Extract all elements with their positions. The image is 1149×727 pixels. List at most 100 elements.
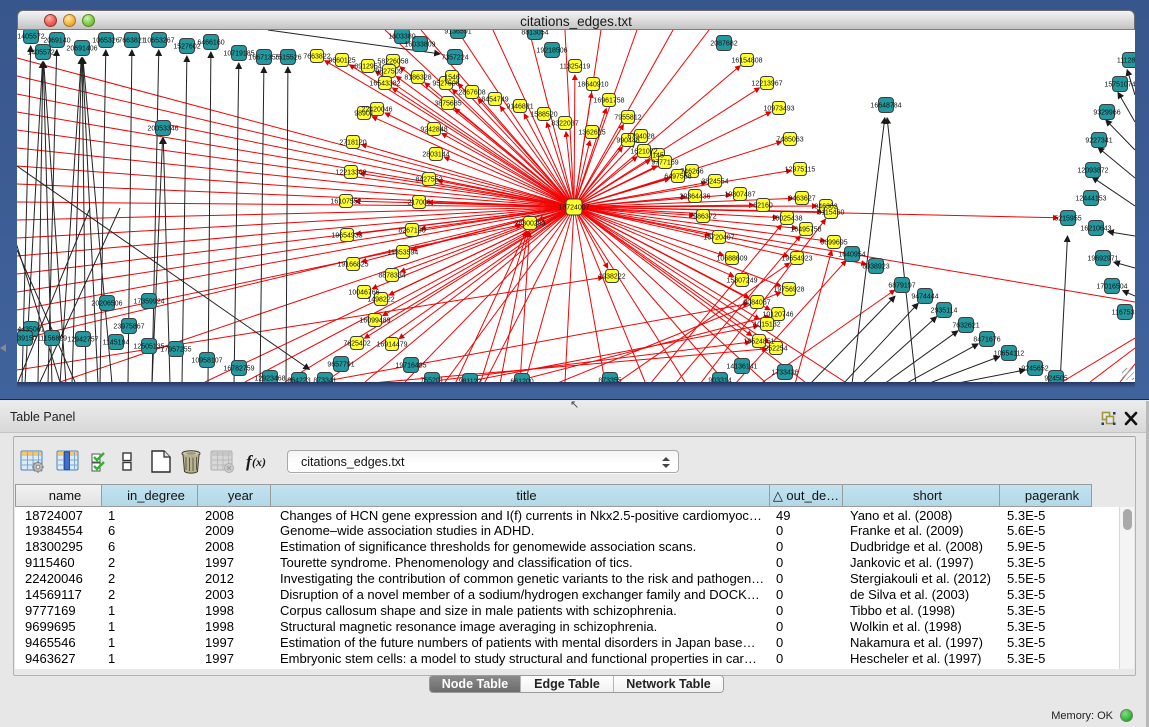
svg-text:11156829: 11156829 (37, 336, 67, 343)
svg-text:2087682: 2087682 (710, 41, 737, 48)
svg-text:6466160: 6466160 (197, 40, 224, 47)
svg-text:439150: 439150 (17, 336, 37, 343)
svg-text:1015132: 1015132 (753, 322, 780, 329)
svg-text:990448: 990448 (616, 138, 639, 145)
svg-text:9699695: 9699695 (820, 240, 847, 247)
svg-text:28300293: 28300293 (514, 221, 545, 228)
svg-text:19654923: 19654923 (781, 256, 812, 263)
svg-text:10654112: 10654112 (994, 351, 1025, 358)
svg-text:1065326: 1065326 (92, 38, 119, 45)
svg-text:7357224: 7357224 (441, 55, 468, 62)
svg-text:1145194: 1145194 (103, 340, 130, 347)
svg-text:1938222: 1938222 (598, 274, 625, 281)
svg-text:17359924: 17359924 (133, 299, 164, 306)
svg-text:15751074: 15751074 (1104, 82, 1135, 89)
svg-text:16210643: 16210643 (1080, 226, 1111, 233)
svg-text:4435061: 4435061 (17, 327, 44, 334)
svg-text:1362615: 1362615 (578, 130, 605, 137)
svg-text:7485063: 7485063 (776, 137, 803, 144)
svg-text:3824554: 3824554 (701, 179, 728, 186)
svg-text:8322037: 8322037 (551, 121, 578, 128)
svg-text:2935114: 2935114 (931, 308, 958, 315)
svg-text:16107552: 16107552 (330, 199, 361, 206)
svg-text:217006: 217006 (407, 200, 430, 207)
svg-text:7663821: 7663821 (118, 38, 145, 45)
svg-text:17016504: 17016504 (1096, 284, 1127, 291)
svg-text:8878334: 8878334 (378, 273, 405, 280)
svg-text:(x): (x) (252, 455, 266, 469)
svg-text:9777169: 9777169 (651, 160, 678, 167)
svg-text:12213967: 12213967 (751, 81, 782, 88)
svg-text:8267130: 8267130 (398, 228, 425, 235)
svg-text:1733426: 1733426 (771, 370, 798, 377)
svg-text:1498222: 1498222 (367, 297, 394, 304)
svg-text:8427552: 8427552 (415, 177, 442, 184)
svg-text:16495758: 16495758 (790, 227, 821, 234)
svg-text:8938923: 8938923 (862, 264, 889, 271)
svg-text:1112853: 1112853 (1117, 58, 1135, 65)
svg-text:16961758: 16961758 (593, 98, 624, 105)
svg-text:18640910: 18640910 (577, 82, 608, 89)
svg-text:9136591: 9136591 (444, 30, 471, 36)
svg-text:20206506: 20206506 (91, 301, 122, 308)
svg-text:1640954: 1640954 (838, 252, 865, 259)
svg-text:10120746: 10120746 (762, 312, 793, 319)
svg-text:7986372: 7986372 (689, 214, 716, 221)
svg-text:9329966: 9329966 (1093, 110, 1120, 117)
svg-text:58226058: 58226058 (377, 59, 408, 66)
svg-text:11325419: 11325419 (560, 64, 591, 71)
svg-text:7955812: 7955812 (614, 115, 641, 122)
svg-text:12093872: 12093872 (1077, 168, 1108, 175)
svg-text:10807487: 10807487 (724, 192, 755, 199)
svg-text:19716485: 19716485 (395, 363, 426, 370)
svg-text:16099489: 16099489 (359, 318, 390, 325)
svg-text:19654933: 19654933 (331, 233, 362, 240)
svg-text:3875685: 3875685 (434, 101, 461, 108)
svg-text:12942757: 12942757 (67, 337, 98, 344)
svg-text:9115460: 9115460 (818, 210, 845, 217)
svg-text:5215955: 5215955 (1054, 216, 1081, 223)
svg-text:10046766: 10046766 (348, 290, 379, 297)
svg-text:9627509: 9627509 (375, 69, 402, 76)
svg-text:1588520: 1588520 (530, 112, 557, 119)
svg-text:16543382: 16543382 (369, 81, 400, 88)
svg-text:7515526: 7515526 (274, 55, 301, 62)
svg-text:9527508: 9527508 (432, 81, 459, 88)
svg-text:2069140: 2069140 (43, 38, 70, 45)
svg-text:16033809: 16033809 (404, 42, 435, 49)
svg-text:11353594: 11353594 (388, 250, 419, 257)
svg-text:8471676: 8471676 (973, 337, 1000, 344)
svg-text:8813054: 8813054 (521, 30, 548, 37)
svg-text:14055724: 14055724 (27, 50, 58, 57)
svg-text:7625402: 7625402 (343, 341, 370, 348)
svg-text:12975115: 12975115 (785, 167, 816, 174)
svg-text:10025438: 10025438 (771, 216, 802, 223)
svg-text:15720407: 15720407 (703, 235, 734, 242)
svg-text:15807249: 15807249 (726, 278, 757, 285)
svg-text:2803144: 2803144 (422, 152, 449, 159)
svg-text:7632621: 7632621 (952, 323, 979, 330)
svg-text:14136141: 14136141 (726, 364, 757, 371)
svg-text:7663822: 7663822 (303, 54, 330, 61)
svg-text:9657791: 9657791 (327, 362, 354, 369)
svg-text:9146821: 9146821 (506, 104, 533, 111)
svg-text:1546: 1546 (444, 75, 460, 82)
svg-text:19692971: 19692971 (1087, 256, 1118, 263)
svg-text:16648784: 16648784 (870, 103, 901, 110)
svg-text:12444153: 12444153 (1075, 196, 1106, 203)
svg-text:20364436: 20364436 (679, 194, 710, 201)
svg-text:17957255: 17957255 (160, 347, 191, 354)
svg-text:145: 145 (652, 153, 664, 160)
svg-text:1603380: 1603380 (388, 34, 415, 41)
svg-text:9242848: 9242848 (420, 127, 447, 134)
svg-text:9227341: 9227341 (1085, 138, 1112, 145)
svg-text:19756928: 19756928 (773, 287, 804, 294)
svg-text:19166825: 19166825 (337, 262, 368, 269)
svg-text:18724007: 18724007 (558, 205, 589, 212)
svg-text:1167533: 1167533 (1112, 310, 1135, 317)
svg-text:98901: 98901 (354, 111, 374, 118)
svg-text:62160: 62160 (753, 203, 773, 210)
svg-text:9084067: 9084067 (743, 300, 770, 307)
svg-text:1405572: 1405572 (17, 34, 44, 41)
svg-text:10688609: 10688609 (716, 256, 747, 263)
